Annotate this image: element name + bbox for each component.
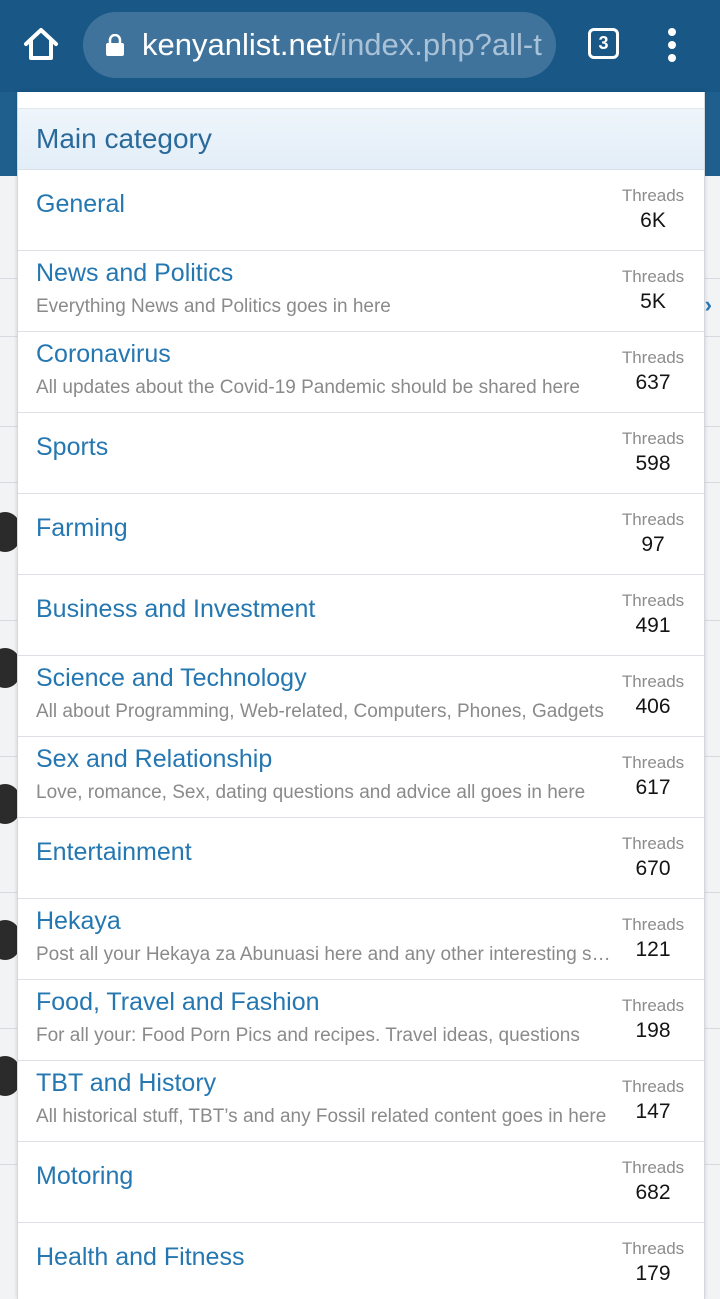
node-description: Love, romance, Sex, dating questions and… — [36, 782, 586, 803]
node-stats: Threads 617 — [612, 753, 694, 803]
threads-count: 491 — [635, 614, 671, 637]
node-business-and-investment[interactable]: Business and Investment Threads 491 — [18, 575, 704, 656]
node-news-and-politics[interactable]: News and Politics Everything News and Po… — [18, 251, 704, 332]
threads-count: 198 — [635, 1019, 671, 1042]
threads-label: Threads — [621, 996, 685, 1015]
node-title[interactable]: Hekaya — [36, 907, 121, 936]
threads-count: 5K — [640, 290, 666, 313]
node-entertainment[interactable]: Entertainment Threads 670 — [18, 818, 704, 899]
threads-label: Threads — [621, 834, 685, 853]
threads-label: Threads — [621, 1239, 685, 1258]
node-description: For all your: Food Porn Pics and recipes… — [36, 1025, 580, 1046]
lock-icon — [105, 33, 125, 56]
node-title[interactable]: Motoring — [36, 1162, 133, 1191]
panel-top-spacer — [18, 92, 704, 108]
browser-toolbar: kenyanlist.net/index.php?all-t 3 — [0, 0, 720, 92]
threads-count: 637 — [635, 371, 671, 394]
section-header-main-category: Main category — [18, 108, 704, 170]
threads-label: Threads — [621, 1158, 685, 1177]
more-vert-icon[interactable] — [662, 28, 682, 62]
threads-label: Threads — [621, 348, 685, 367]
node-food-travel-and-fashion[interactable]: Food, Travel and Fashion For all your: F… — [18, 980, 704, 1061]
threads-label: Threads — [621, 1077, 685, 1096]
threads-count: 598 — [635, 452, 671, 475]
node-title[interactable]: Sex and Relationship — [36, 745, 272, 774]
threads-label: Threads — [621, 591, 685, 610]
node-stats: Threads 147 — [612, 1077, 694, 1127]
node-science-and-technology[interactable]: Science and Technology All about Program… — [18, 656, 704, 737]
node-health-and-fitness[interactable]: Health and Fitness Threads 179 — [18, 1223, 704, 1299]
threads-count: 179 — [635, 1262, 671, 1285]
home-icon[interactable] — [20, 24, 62, 66]
threads-count: 406 — [635, 695, 671, 718]
node-title[interactable]: Farming — [36, 514, 128, 543]
node-stats: Threads 97 — [612, 510, 694, 560]
node-description: All historical stuff, TBT’s and any Foss… — [36, 1106, 607, 1127]
chevron-right-icon: › — [704, 292, 712, 317]
node-title[interactable]: Coronavirus — [36, 340, 171, 369]
threads-count: 617 — [635, 776, 671, 799]
url-path: /index.php?all-t — [331, 27, 542, 62]
node-description: Post all your Hekaya za Abunuasi here an… — [36, 944, 612, 965]
node-stats: Threads 491 — [612, 591, 694, 641]
node-stats: Threads 5K — [612, 267, 694, 317]
node-title[interactable]: TBT and History — [36, 1069, 216, 1098]
node-title[interactable]: Entertainment — [36, 838, 192, 867]
threads-label: Threads — [621, 186, 685, 205]
address-bar[interactable]: kenyanlist.net/index.php?all-t — [83, 12, 556, 78]
node-sports[interactable]: Sports Threads 598 — [18, 413, 704, 494]
node-tbt-and-history[interactable]: TBT and History All historical stuff, TB… — [18, 1061, 704, 1142]
threads-count: 682 — [635, 1181, 671, 1204]
category-menu-panel: Main category General Threads 6K News an… — [17, 92, 705, 1299]
threads-count: 6K — [640, 209, 666, 232]
node-title[interactable]: News and Politics — [36, 259, 233, 288]
node-stats: Threads 6K — [612, 186, 694, 236]
node-stats: Threads 637 — [612, 348, 694, 398]
node-title[interactable]: Sports — [36, 433, 108, 462]
threads-label: Threads — [621, 753, 685, 772]
node-coronavirus[interactable]: Coronavirus All updates about the Covid-… — [18, 332, 704, 413]
tab-switcher-button[interactable]: 3 — [588, 28, 619, 59]
node-description: Everything News and Politics goes in her… — [36, 296, 391, 317]
node-title[interactable]: Food, Travel and Fashion — [36, 988, 320, 1017]
node-title[interactable]: Health and Fitness — [36, 1243, 244, 1272]
threads-label: Threads — [621, 510, 685, 529]
node-stats: Threads 179 — [612, 1239, 694, 1289]
url-text: kenyanlist.net/index.php?all-t — [142, 27, 542, 63]
node-stats: Threads 682 — [612, 1158, 694, 1208]
node-description: All updates about the Covid-19 Pandemic … — [36, 377, 580, 398]
node-description: All about Programming, Web-related, Comp… — [36, 701, 604, 722]
threads-count: 670 — [635, 857, 671, 880]
node-title[interactable]: Science and Technology — [36, 664, 307, 693]
node-stats: Threads 670 — [612, 834, 694, 884]
node-stats: Threads 598 — [612, 429, 694, 479]
node-title[interactable]: Business and Investment — [36, 595, 315, 624]
node-stats: Threads 198 — [612, 996, 694, 1046]
node-motoring[interactable]: Motoring Threads 682 — [18, 1142, 704, 1223]
threads-label: Threads — [621, 429, 685, 448]
node-title[interactable]: General — [36, 190, 125, 219]
node-hekaya[interactable]: Hekaya Post all your Hekaya za Abunuasi … — [18, 899, 704, 980]
node-stats: Threads 406 — [612, 672, 694, 722]
threads-count: 147 — [635, 1100, 671, 1123]
node-farming[interactable]: Farming Threads 97 — [18, 494, 704, 575]
threads-count: 97 — [641, 533, 665, 556]
threads-label: Threads — [621, 915, 685, 934]
threads-label: Threads — [621, 672, 685, 691]
threads-label: Threads — [621, 267, 685, 286]
node-sex-and-relationship[interactable]: Sex and Relationship Love, romance, Sex,… — [18, 737, 704, 818]
url-domain: kenyanlist.net — [142, 27, 332, 62]
threads-count: 121 — [635, 938, 671, 961]
node-general[interactable]: General Threads 6K — [18, 170, 704, 251]
node-stats: Threads 121 — [612, 915, 694, 965]
